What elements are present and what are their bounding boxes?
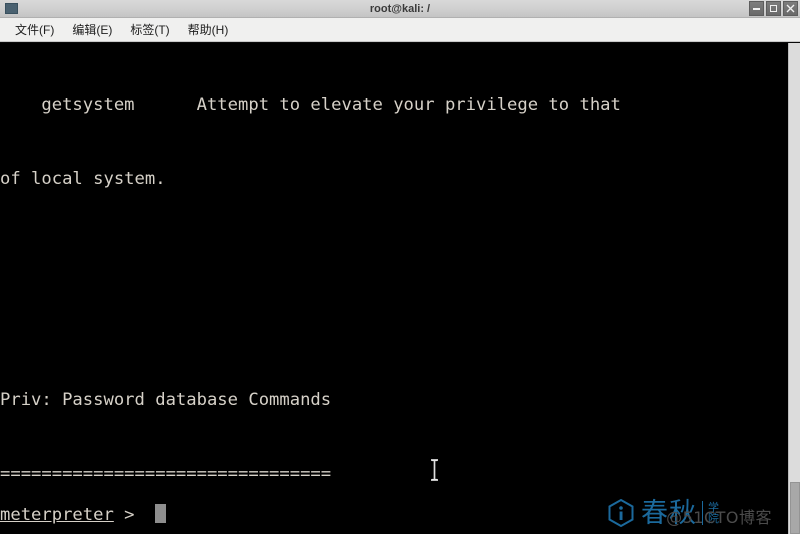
menu-bar: 文件(F) 编辑(E) 标签(T) 帮助(H) — [0, 18, 800, 42]
menu-item-tabs[interactable]: 标签(T) — [121, 19, 178, 40]
menu-item-help[interactable]: 帮助(H) — [179, 19, 238, 40]
terminal-line: of local system. — [0, 168, 166, 189]
terminal-output-area[interactable]: getsystem Attempt to elevate your privil… — [0, 43, 788, 534]
window-controls — [749, 1, 798, 16]
window-title: root@kali: / — [369, 2, 431, 15]
scrollbar-thumb[interactable] — [790, 482, 800, 534]
prompt-user-label: meterpreter — [0, 505, 114, 526]
terminal-line: Priv: Password database Commands — [0, 390, 332, 411]
maximize-icon — [770, 5, 777, 12]
close-icon — [786, 4, 795, 13]
maximize-button[interactable] — [766, 1, 781, 16]
mouse-ibeam-cursor — [430, 459, 439, 481]
window-titlebar[interactable]: root@kali: / — [0, 0, 800, 18]
terminal-line: ================================ — [0, 464, 332, 485]
menu-item-edit[interactable]: 编辑(E) — [63, 19, 121, 40]
minimize-icon — [753, 7, 760, 10]
minimize-button[interactable] — [749, 1, 764, 16]
vertical-scrollbar[interactable] — [788, 43, 800, 534]
text-cursor — [154, 504, 166, 524]
terminal-prompt[interactable]: meterpreter > — [0, 501, 166, 528]
blog-watermark: @51CTO博客 — [666, 508, 772, 527]
terminal-window: root@kali: / 文件(F) 编辑(E) 标签(T) 帮助(H) get… — [0, 0, 800, 534]
terminal-line: getsystem Attempt to elevate your privil… — [0, 95, 621, 116]
menu-item-file[interactable]: 文件(F) — [6, 19, 63, 40]
close-button[interactable] — [783, 1, 798, 16]
prompt-symbol: > — [113, 505, 145, 526]
terminal-text: getsystem Attempt to elevate your privil… — [0, 43, 788, 534]
